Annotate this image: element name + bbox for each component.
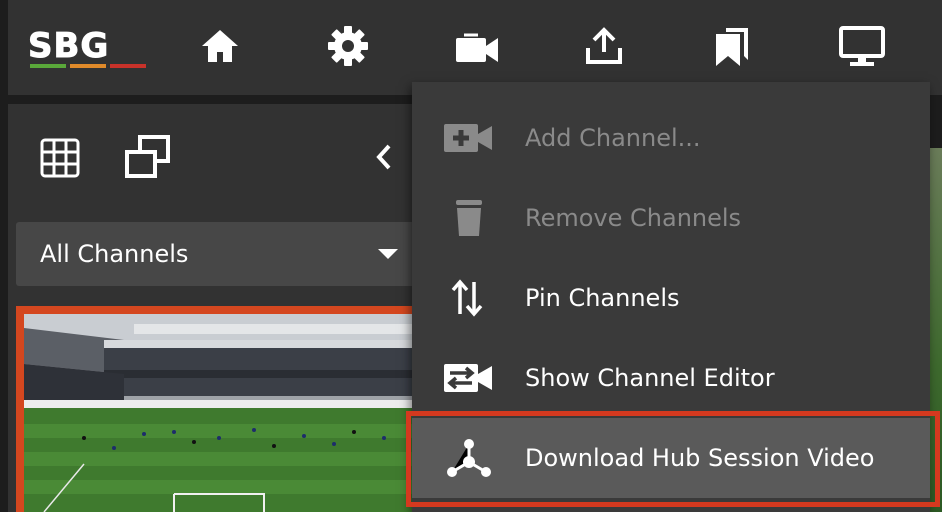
channel-filter-value: All Channels	[40, 240, 189, 268]
grid-view-icon[interactable]	[40, 138, 80, 182]
menu-item-add-channel[interactable]: Add Channel...	[412, 98, 930, 178]
menu-item-label: Remove Channels	[525, 204, 742, 232]
caret-down-icon	[378, 249, 398, 259]
swap-vertical-icon	[451, 279, 483, 317]
side-video-preview	[930, 148, 942, 512]
stadium-video-frame	[24, 314, 428, 512]
menu-item-pin-channels[interactable]: Pin Channels	[412, 258, 930, 338]
upload-icon[interactable]	[582, 24, 626, 68]
home-icon[interactable]	[198, 24, 242, 68]
menu-item-label: Pin Channels	[525, 284, 680, 312]
channel-thumbnail[interactable]	[16, 306, 436, 512]
menu-item-remove-channels[interactable]: Remove Channels	[412, 178, 930, 258]
monitor-icon[interactable]	[838, 24, 885, 68]
menu-item-label: Add Channel...	[525, 124, 701, 152]
sbg-logo: SBG	[27, 26, 148, 70]
menu-item-download-hub-session-video[interactable]: Download Hub Session Video	[412, 418, 930, 498]
menu-item-label: Show Channel Editor	[525, 364, 775, 392]
camera-dropdown-menu: Add Channel... Remove Channels Pin Chann…	[412, 82, 930, 512]
channels-panel: All Channels	[8, 104, 436, 512]
trash-icon	[456, 200, 482, 236]
channel-filter-dropdown[interactable]: All Channels	[16, 222, 424, 286]
menu-item-label: Download Hub Session Video	[525, 444, 875, 472]
hub-network-icon	[447, 439, 491, 477]
menu-item-show-channel-editor[interactable]: Show Channel Editor	[412, 338, 930, 418]
gear-icon[interactable]	[326, 24, 370, 68]
channel-editor-icon	[444, 364, 492, 392]
bookmarks-icon[interactable]	[710, 24, 754, 68]
overlap-windows-icon[interactable]	[124, 134, 172, 184]
chevron-left-icon[interactable]	[374, 142, 394, 176]
video-camera-icon[interactable]	[454, 24, 498, 68]
logo-color-bars	[30, 64, 146, 68]
top-toolbar: SBG	[8, 0, 942, 95]
add-video-icon	[444, 124, 492, 152]
logo-text: SBG	[27, 26, 110, 66]
